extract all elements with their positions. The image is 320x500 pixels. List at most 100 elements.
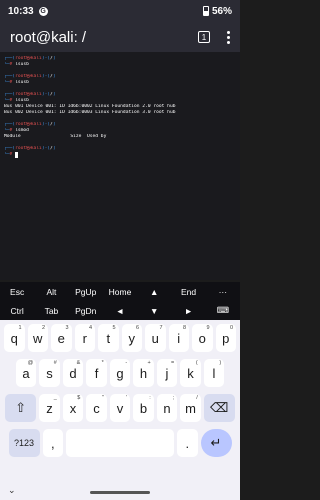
symbols-key[interactable]: ?123 bbox=[8, 429, 40, 457]
key-label: u bbox=[151, 330, 159, 346]
status-time: 10:33 bbox=[8, 5, 34, 17]
extra-key[interactable]: ▼ bbox=[137, 306, 171, 316]
google-icon: G bbox=[38, 6, 48, 16]
key-l[interactable]: ) l bbox=[203, 359, 225, 387]
key-label: w bbox=[33, 330, 43, 346]
key-label: p bbox=[222, 330, 230, 346]
key-u[interactable]: 7u bbox=[145, 324, 166, 352]
key-label: g bbox=[116, 365, 124, 381]
key-label: m bbox=[185, 400, 196, 416]
shift-key[interactable]: ⇧ bbox=[5, 394, 37, 422]
key-label: e bbox=[57, 330, 65, 346]
key-alt-label: & bbox=[76, 360, 81, 366]
extra-key[interactable]: ▲ bbox=[137, 287, 171, 297]
key-q[interactable]: 1q bbox=[4, 324, 25, 352]
key-e[interactable]: 3e bbox=[51, 324, 72, 352]
status-bar: 10:33 G 56% bbox=[0, 0, 240, 22]
key-label: k bbox=[187, 365, 194, 381]
extra-key[interactable]: PgUp bbox=[69, 287, 103, 297]
key-h[interactable]: + h bbox=[133, 359, 154, 387]
key-label: i bbox=[177, 330, 181, 346]
key-s[interactable]: # s bbox=[39, 359, 60, 387]
terminal-output[interactable]: ┌──(root㉿kali)-[/] └─# lsusb ┌──(root㉿kali… bbox=[0, 52, 240, 280]
extra-key[interactable]: Ctrl bbox=[0, 306, 34, 316]
key-m[interactable]: / m bbox=[180, 394, 201, 422]
battery-percent: 56% bbox=[211, 5, 232, 17]
extra-key[interactable]: ⌨ bbox=[206, 305, 240, 316]
key-label: h bbox=[139, 365, 148, 381]
extra-key[interactable]: ··· bbox=[206, 287, 240, 297]
key-label: z bbox=[46, 400, 53, 416]
key-alt-label: ( bbox=[195, 360, 198, 366]
key-c[interactable]: " c bbox=[86, 394, 107, 422]
key-g[interactable]: -g bbox=[109, 359, 131, 387]
key-label: j bbox=[165, 365, 169, 381]
gesture-handle bbox=[90, 491, 150, 494]
enter-key[interactable]: ↵ bbox=[200, 429, 232, 457]
key-alt-label: - bbox=[125, 360, 128, 366]
key-alt-label: = bbox=[171, 360, 175, 366]
key-n[interactable]: ; n bbox=[156, 394, 178, 422]
key-y[interactable]: 6y bbox=[121, 324, 142, 352]
key-f[interactable]: * f bbox=[86, 359, 107, 387]
keyboard-row-1: 1q2w3e4r5t6y7u8i9o0p bbox=[2, 324, 238, 352]
key-label: o bbox=[198, 330, 206, 346]
extra-key[interactable]: ◄ bbox=[103, 306, 137, 316]
keyboard-row-2: @ a # s & d * f - g + h = j(k) l bbox=[2, 359, 238, 387]
terminal-cursor bbox=[15, 152, 19, 158]
key-b[interactable]: :b bbox=[133, 394, 154, 422]
overflow-menu-icon[interactable] bbox=[226, 30, 230, 44]
key-label: q bbox=[10, 330, 18, 346]
keyboard-hide-icon[interactable]: ⌄ bbox=[8, 485, 16, 496]
extra-key[interactable]: Tab bbox=[34, 306, 68, 316]
key-alt-label: $ bbox=[77, 395, 81, 401]
key-alt-label: 8 bbox=[182, 325, 186, 331]
key-alt-label: _ bbox=[53, 395, 57, 401]
key-alt-label: / bbox=[196, 395, 198, 401]
extra-keys-row-1: Esc Alt PgUp Home ▲ End ··· bbox=[0, 282, 240, 301]
battery-icon bbox=[202, 6, 209, 16]
key-r[interactable]: 4r bbox=[74, 324, 95, 352]
key-alt-label: : bbox=[149, 395, 151, 401]
key-d[interactable]: & d bbox=[62, 359, 84, 387]
key-alt-label: 0 bbox=[229, 325, 233, 331]
key-label: x bbox=[69, 400, 77, 416]
keyboard-row-4: ?123 , . ↵ bbox=[2, 429, 238, 457]
key-label: v bbox=[116, 400, 124, 416]
extra-key[interactable]: Home bbox=[103, 287, 137, 297]
key-p[interactable]: 0p bbox=[215, 324, 236, 352]
key-alt-label: 3 bbox=[65, 325, 69, 331]
sessions-count-button[interactable]: 1 bbox=[198, 31, 210, 43]
space-key[interactable] bbox=[66, 429, 174, 457]
key-a[interactable]: @ a bbox=[15, 359, 37, 387]
key-alt-label: # bbox=[53, 360, 57, 366]
key-label: s bbox=[46, 365, 53, 381]
comma-key[interactable]: , bbox=[42, 429, 63, 457]
key-label: a bbox=[22, 365, 30, 381]
key-alt-label: 1 bbox=[18, 325, 22, 331]
key-z[interactable]: _ z bbox=[39, 394, 60, 422]
key-t[interactable]: 5t bbox=[98, 324, 119, 352]
key-alt-label: ; bbox=[172, 395, 175, 401]
extra-key[interactable]: PgDn bbox=[69, 306, 103, 316]
extra-key[interactable]: End bbox=[171, 287, 205, 297]
extra-key[interactable]: Esc bbox=[0, 287, 34, 297]
backspace-key[interactable]: ⌫ bbox=[203, 394, 235, 422]
key-j[interactable]: = j bbox=[156, 359, 178, 387]
key-label: n bbox=[163, 400, 171, 416]
period-key[interactable]: . bbox=[177, 429, 198, 457]
key-v[interactable]: ' v bbox=[109, 394, 131, 422]
key-w[interactable]: 2w bbox=[27, 324, 48, 352]
key-alt-label: ' bbox=[126, 395, 128, 401]
key-i[interactable]: 8i bbox=[168, 324, 189, 352]
extra-key[interactable]: Alt bbox=[34, 287, 68, 297]
extra-keys-row-2: Ctrl Tab PgDn ◄ ▼ ► ⌨ bbox=[0, 301, 240, 320]
key-o[interactable]: 9o bbox=[192, 324, 213, 352]
key-k[interactable]: (k bbox=[180, 359, 201, 387]
terminal-toolbar: root@kali: / 1 bbox=[0, 22, 240, 52]
terminal-line: └─# bbox=[4, 152, 236, 158]
key-alt-label: ) bbox=[219, 360, 222, 366]
extra-key[interactable]: ► bbox=[171, 306, 205, 316]
key-label: b bbox=[139, 400, 148, 416]
key-x[interactable]: $ x bbox=[62, 394, 84, 422]
